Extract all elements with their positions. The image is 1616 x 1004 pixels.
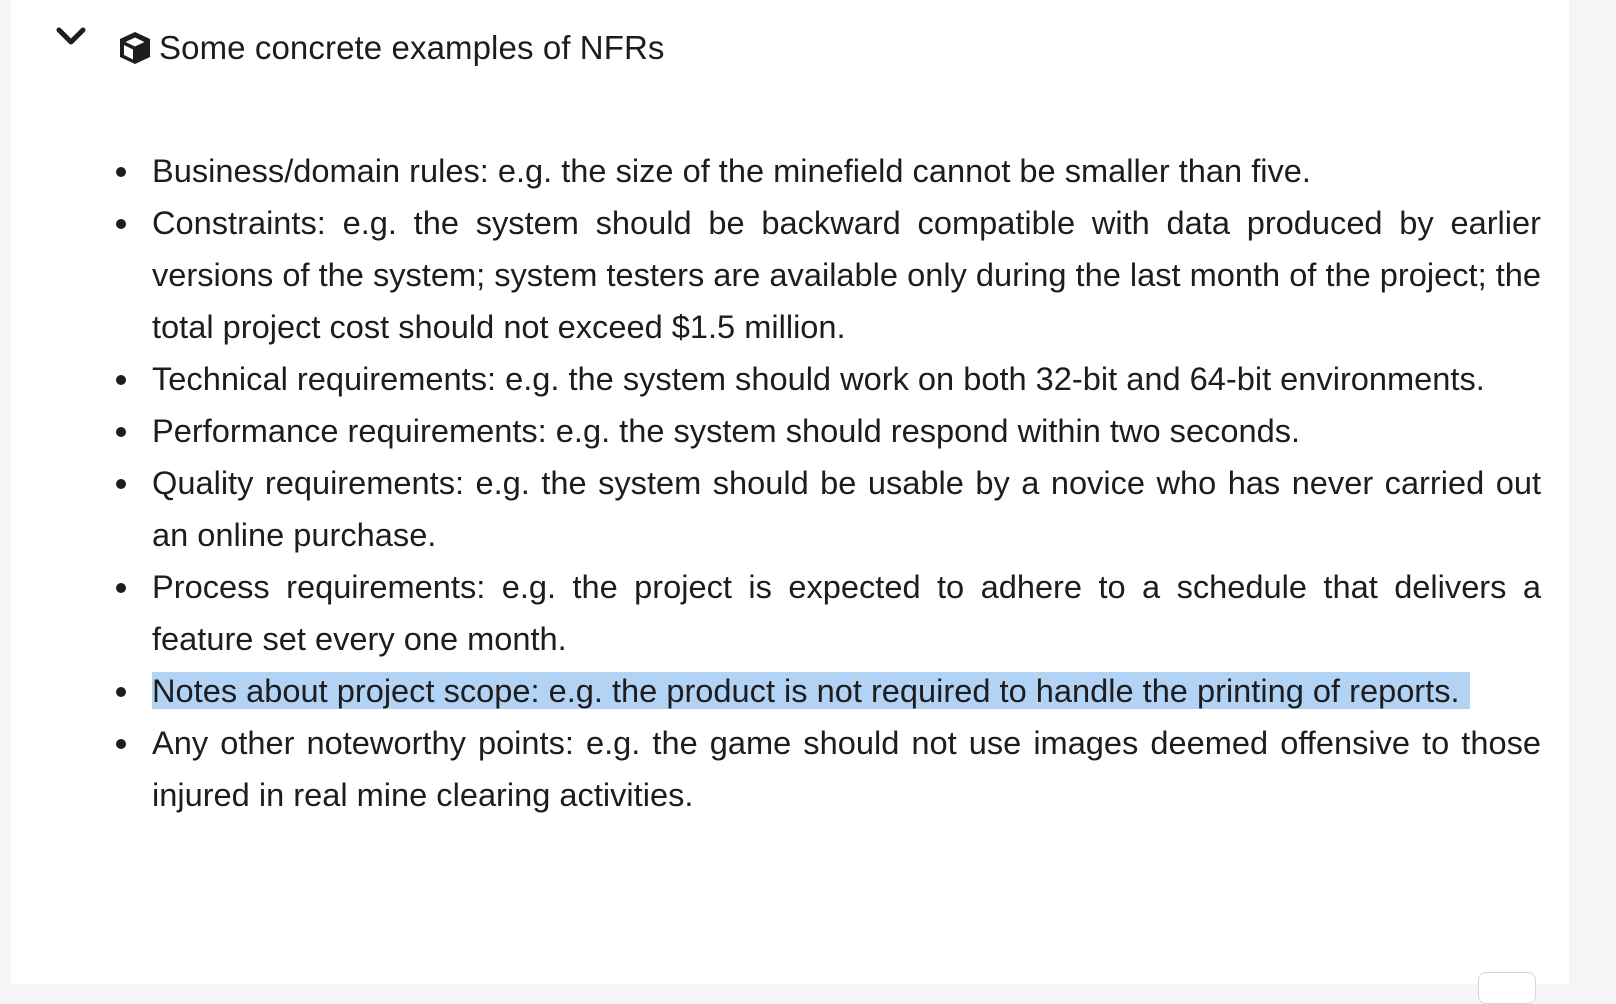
list-item-selected: Notes about project scope: e.g. the prod… bbox=[101, 665, 1541, 717]
list-item: Business/domain rules: e.g. the size of … bbox=[101, 145, 1541, 197]
list-item: Process requirements: e.g. the project i… bbox=[101, 561, 1541, 665]
list-item-text: Business/domain rules: e.g. the size of … bbox=[152, 152, 1311, 189]
bullet bbox=[116, 375, 126, 385]
list-item: Constraints: e.g. the system should be b… bbox=[101, 197, 1541, 353]
bullet bbox=[116, 739, 126, 749]
list-item-text: Any other noteworthy points: e.g. the ga… bbox=[152, 724, 1541, 813]
nfr-examples-list: Business/domain rules: e.g. the size of … bbox=[101, 145, 1541, 821]
list-item-text: Process requirements: e.g. the project i… bbox=[152, 568, 1541, 657]
list-item-text: Performance requirements: e.g. the syste… bbox=[152, 412, 1301, 449]
bullet bbox=[116, 583, 126, 593]
selected-text: Notes about project scope: e.g. the prod… bbox=[152, 672, 1470, 709]
bullet bbox=[116, 427, 126, 437]
section-title: Some concrete examples of NFRs bbox=[159, 29, 665, 66]
list-item-text: Technical requirements: e.g. the system … bbox=[152, 360, 1485, 397]
list-item-text: Quality requirements: e.g. the system sh… bbox=[152, 464, 1541, 553]
content-panel: Some concrete examples of NFRs Business/… bbox=[11, 0, 1569, 1004]
chevron-down-icon[interactable] bbox=[51, 25, 91, 65]
bullet bbox=[116, 479, 126, 489]
corner-button[interactable] bbox=[1478, 972, 1536, 1004]
section-header[interactable]: Some concrete examples of NFRs bbox=[51, 22, 665, 74]
list-item: Quality requirements: e.g. the system sh… bbox=[101, 457, 1541, 561]
list-item-text: Constraints: e.g. the system should be b… bbox=[152, 204, 1541, 345]
bullet bbox=[116, 167, 126, 177]
cube-icon bbox=[117, 30, 153, 66]
list-item: Any other noteworthy points: e.g. the ga… bbox=[101, 717, 1541, 821]
list-item: Performance requirements: e.g. the syste… bbox=[101, 405, 1541, 457]
bullet bbox=[116, 219, 126, 229]
list-item: Technical requirements: e.g. the system … bbox=[101, 353, 1541, 405]
bullet bbox=[116, 687, 126, 697]
